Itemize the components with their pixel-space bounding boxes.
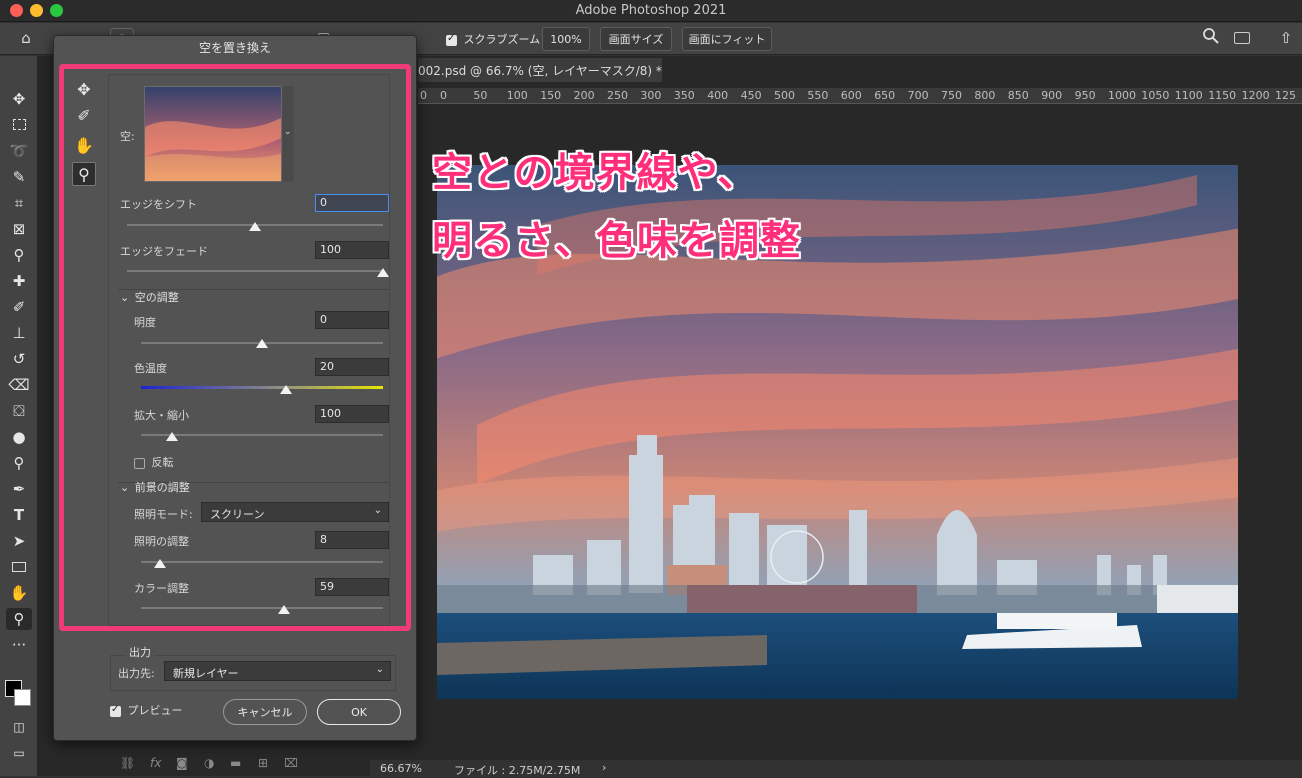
quick-mask-icon[interactable]: ◫ <box>6 716 32 738</box>
scrub-zoom-checkbox[interactable] <box>446 33 457 46</box>
share-icon[interactable]: ⇧ <box>1276 27 1296 49</box>
fx-icon[interactable]: fx <box>150 756 161 770</box>
status-arrow[interactable]: › <box>602 761 606 774</box>
ruler-tick-label: 200 <box>573 89 595 102</box>
ruler-tick-label: 600 <box>840 89 862 102</box>
ruler-tick-label: 1200 <box>1241 89 1270 102</box>
frame-tool-icon[interactable]: ⊠ <box>6 218 32 240</box>
ruler-tick-label: 100 <box>506 89 528 102</box>
scrub-zoom-option[interactable]: スクラブズーム <box>446 31 540 47</box>
ruler-tick-label: 150 <box>540 89 562 102</box>
output-to-label: 出力先: <box>118 667 155 680</box>
ruler-tick-label: 750 <box>941 89 962 102</box>
ruler-tick-label: 650 <box>874 89 896 102</box>
ruler-tick-label: 1150 <box>1208 89 1237 102</box>
dodge-tool-icon[interactable]: ⚲ <box>6 452 32 474</box>
ruler-tick-label: 125 <box>1275 89 1296 102</box>
trash-icon[interactable]: ⌧ <box>284 756 298 770</box>
preview-option[interactable]: プレビュー <box>110 702 183 718</box>
ok-button[interactable]: OK <box>317 699 401 725</box>
workspace-icon[interactable] <box>1234 32 1250 44</box>
more-tools-icon[interactable]: ··· <box>6 634 32 656</box>
annotation-line-2: 明るさ、色味を調整 <box>432 218 801 264</box>
annotation-line-1: 空との境界線や、 <box>432 150 759 196</box>
ruler-tick-label: 900 <box>1041 89 1063 102</box>
path-select-tool-icon[interactable]: ➤ <box>6 530 32 552</box>
status-zoom[interactable]: 66.67% <box>380 762 422 775</box>
link-layers-icon[interactable]: ⛓ <box>120 756 135 770</box>
horizontal-ruler: 0 0 50 100 150 200 250 300 350 400 450 500 550 600 650… <box>418 88 1302 104</box>
eraser-tool-icon[interactable]: ⌫ <box>6 374 32 396</box>
dialog-title: 空を置き換え <box>198 41 271 55</box>
zoom-tool-icon[interactable]: ⚲ <box>6 608 32 630</box>
lasso-tool-icon[interactable]: ➰ <box>6 140 32 162</box>
output-to-select[interactable]: 新規レイヤー ⌄ <box>164 661 391 681</box>
ruler-tick-label: 800 <box>974 89 996 102</box>
cancel-button[interactable]: キャンセル <box>223 699 307 725</box>
ruler-tick-label: 450 <box>740 89 762 102</box>
fit-screen-button[interactable]: 画面サイズ <box>600 27 672 51</box>
app-title: Adobe Photoshop 2021 <box>575 3 727 18</box>
home-icon[interactable]: ⌂ <box>14 27 38 49</box>
paint-bucket-tool-icon[interactable]: ⛋ <box>6 400 32 422</box>
ruler-tick-label: 250 <box>607 89 628 102</box>
rectangle-tool-icon[interactable] <box>6 556 32 578</box>
document-tab-title: 002.psd @ 66.7% (空, レイヤーマスク/8) * <box>418 64 662 78</box>
search-icon[interactable] <box>1202 27 1222 49</box>
adjustment-icon[interactable]: ◑ <box>204 756 214 770</box>
preview-label: プレビュー <box>127 704 183 717</box>
zoom-100-button[interactable]: 100% <box>542 27 590 51</box>
brush-tool-icon[interactable]: ✐ <box>6 296 32 318</box>
background-color-swatch[interactable] <box>14 689 31 706</box>
folder-icon[interactable]: ▬ <box>230 756 241 770</box>
mask-icon[interactable]: ◙ <box>176 756 188 770</box>
blur-tool-icon[interactable]: ● <box>6 426 32 448</box>
ruler-tick-label: 350 <box>673 89 695 102</box>
ruler-tick-label: 1000 <box>1108 89 1136 102</box>
title-bar: Adobe Photoshop 2021 <box>0 0 1302 22</box>
history-brush-tool-icon[interactable]: ↺ <box>6 348 32 370</box>
preview-checkbox[interactable] <box>110 704 121 717</box>
marquee-tool-icon[interactable] <box>6 114 32 136</box>
ruler-tick-label: 1100 <box>1174 89 1203 102</box>
chevron-down-icon: ⌄ <box>375 664 384 675</box>
new-layer-icon[interactable]: ⊞ <box>258 756 268 770</box>
eyedropper-tool-icon[interactable]: ⚲ <box>6 244 32 266</box>
ruler-tick-label: 50 <box>473 89 488 102</box>
hand-tool-icon[interactable]: ✋ <box>6 582 32 604</box>
screen-mode-icon[interactable]: ▭ <box>6 742 32 764</box>
document-tab[interactable]: 002.psd @ 66.7% (空, レイヤーマスク/8) * <box>418 58 662 82</box>
output-to-value: 新規レイヤー <box>173 667 239 680</box>
highlight-frame <box>59 64 411 631</box>
ruler-tick-label: 300 <box>640 89 662 102</box>
type-tool-icon[interactable]: T <box>6 504 32 526</box>
crop-tool-icon[interactable]: ⌗ <box>6 192 32 214</box>
ruler-tick-label: 400 <box>707 89 729 102</box>
healing-brush-tool-icon[interactable]: ✚ <box>6 270 32 292</box>
layers-panel-footer: ⛓ fx ◙ ◑ ▬ ⊞ ⌧ <box>110 756 310 774</box>
pen-tool-icon[interactable]: ✒ <box>6 478 32 500</box>
stamp-tool-icon[interactable]: ⊥ <box>6 322 32 344</box>
status-bar: 66.67% ファイル : 2.75M/2.75M › <box>370 760 1302 777</box>
ruler-tick-label: 550 <box>807 89 829 102</box>
ruler-tick-label: 500 <box>774 89 795 102</box>
ruler-tick-label: 950 <box>1074 89 1096 102</box>
tools-panel: ✥ ➰ ✎ ⌗ ⊠ ⚲ ✚ ✐ ⊥ ↺ ⌫ ⛋ ● ⚲ ✒ T ➤ ✋ ⚲ ··… <box>0 56 38 776</box>
quick-select-tool-icon[interactable]: ✎ <box>6 166 32 188</box>
move-tool-icon[interactable]: ✥ <box>6 88 32 110</box>
ruler-tick-label: 0 <box>420 89 427 102</box>
ruler-tick-label: 850 <box>1007 89 1029 102</box>
ruler-tick-label: 0 <box>440 89 447 102</box>
ruler-tick-label: 700 <box>907 89 929 102</box>
scrub-zoom-label: スクラブズーム <box>463 33 541 46</box>
output-header: 出力 <box>126 644 154 660</box>
ruler-tick-label: 1050 <box>1141 89 1170 102</box>
fill-screen-button[interactable]: 画面にフィット <box>682 27 772 51</box>
